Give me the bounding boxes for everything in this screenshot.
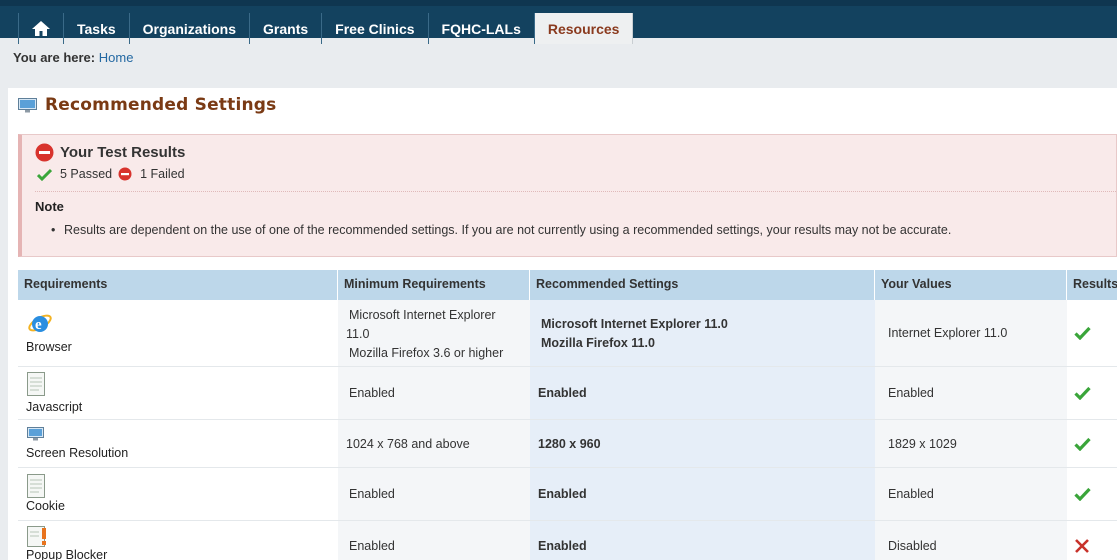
divider (35, 191, 1116, 192)
error-icon (118, 167, 132, 181)
value-cell: Disabled (875, 521, 1067, 560)
check-icon (1074, 386, 1091, 400)
document-icon (27, 372, 45, 396)
monitor-icon (18, 97, 37, 112)
requirement-cell: Screen Resolution (18, 420, 338, 467)
requirement-cell: Cookie (18, 468, 338, 520)
document-icon (27, 474, 45, 498)
svg-text:e: e (35, 317, 42, 333)
nav-free-clinics[interactable]: Free Clinics (322, 13, 429, 44)
note-text: Results are dependent on the use of one … (51, 223, 951, 237)
recommended-cell: Microsoft Internet Explorer 11.0 Mozilla… (530, 300, 875, 366)
minimum-cell: 1024 x 768 and above (338, 420, 530, 467)
table-row: Popup Blocker Enabled Enabled Disabled (18, 521, 1117, 560)
check-icon (1074, 437, 1091, 451)
minimum-cell: Enabled (338, 521, 530, 560)
header-recommended: Recommended Settings (530, 270, 875, 300)
result-cell (1067, 300, 1117, 366)
header-minimum: Minimum Requirements (338, 270, 530, 300)
requirement-name: Javascript (26, 400, 83, 414)
header-requirements: Requirements (18, 270, 338, 300)
test-results-title: Your Test Results (60, 144, 186, 161)
main-panel: Recommended Settings Your Test Results 5… (8, 88, 1117, 560)
error-icon (35, 143, 54, 162)
recommended-cell: Enabled (530, 468, 875, 520)
page-title: Recommended Settings (45, 95, 277, 115)
header-results: Results (1073, 277, 1117, 291)
value-cell: 1829 x 1029 (875, 420, 1067, 467)
recommended-cell: Enabled (530, 521, 875, 560)
requirement-name: Cookie (26, 499, 65, 513)
nav-resources[interactable]: Resources (534, 13, 634, 44)
minimum-line: Microsoft Internet Explorer (349, 308, 496, 322)
check-icon (1074, 326, 1091, 340)
nav-fqhc-lals[interactable]: FQHC-LALs (429, 13, 535, 44)
requirement-name: Browser (26, 340, 72, 354)
ie-browser-icon: e (28, 314, 52, 333)
minimum-line: 11.0 (346, 327, 370, 341)
table-row: Screen Resolution 1024 x 768 and above 1… (18, 420, 1117, 468)
top-nav: Tasks Organizations Grants Free Clinics … (0, 0, 1117, 44)
popup-warning-icon (27, 526, 46, 547)
result-cell (1067, 367, 1117, 419)
table-row: Javascript Enabled Enabled Enabled (18, 367, 1117, 420)
requirement-cell: Javascript (18, 367, 338, 419)
breadcrumb: You are here: Home (13, 50, 133, 65)
cross-icon (1075, 539, 1089, 553)
note-title: Note (35, 199, 64, 214)
requirement-cell: e Browser (18, 300, 338, 366)
passed-count: 5 Passed (60, 167, 113, 181)
home-icon (32, 21, 50, 36)
recommended-cell: 1280 x 960 (530, 420, 875, 467)
result-cell (1067, 420, 1117, 467)
value-cell: Internet Explorer 11.0 (875, 300, 1067, 366)
nav-list: Tasks Organizations Grants Free Clinics … (18, 13, 634, 44)
result-cell (1067, 468, 1117, 520)
monitor-icon (27, 427, 44, 441)
test-results-header: Your Test Results (35, 143, 185, 162)
recommended-line: Microsoft Internet Explorer 11.0 (541, 317, 728, 331)
breadcrumb-home-link[interactable]: Home (99, 50, 134, 65)
check-icon (1074, 487, 1091, 501)
requirement-name: Popup Blocker (26, 548, 108, 560)
table-header: Requirements Minimum Requirements Recomm… (18, 270, 1117, 300)
header-your-values: Your Values (875, 270, 1067, 300)
value-cell: Enabled (875, 367, 1067, 419)
nav-home[interactable] (18, 13, 64, 44)
breadcrumb-prefix: You are here: (13, 50, 96, 65)
table-row: Cookie Enabled Enabled Enabled (18, 468, 1117, 521)
recommended-line: Mozilla Firefox 11.0 (541, 336, 655, 350)
test-results-counts: 5 Passed 1 Failed (37, 167, 191, 181)
nav-tasks[interactable]: Tasks (64, 13, 130, 44)
minimum-line: Mozilla Firefox 3.6 or higher (349, 346, 504, 360)
requirement-cell: Popup Blocker (18, 521, 338, 560)
nav-organizations[interactable]: Organizations (130, 13, 251, 44)
failed-count: 1 Failed (140, 167, 185, 181)
table-row: e Browser Microsoft Internet Explorer 11… (18, 300, 1117, 367)
page-title-row: Recommended Settings (18, 95, 276, 115)
requirement-name: Screen Resolution (26, 446, 129, 460)
nav-grants[interactable]: Grants (250, 13, 323, 44)
value-cell: Enabled (875, 468, 1067, 520)
minimum-cell: Enabled (338, 367, 530, 419)
result-cell (1067, 521, 1117, 560)
check-icon (37, 168, 52, 181)
minimum-cell: Enabled (338, 468, 530, 520)
recommended-cell: Enabled (530, 367, 875, 419)
minimum-cell: Microsoft Internet Explorer 11.0 Mozilla… (338, 300, 530, 366)
test-results-box: Your Test Results 5 Passed 1 Failed Note… (18, 134, 1117, 257)
